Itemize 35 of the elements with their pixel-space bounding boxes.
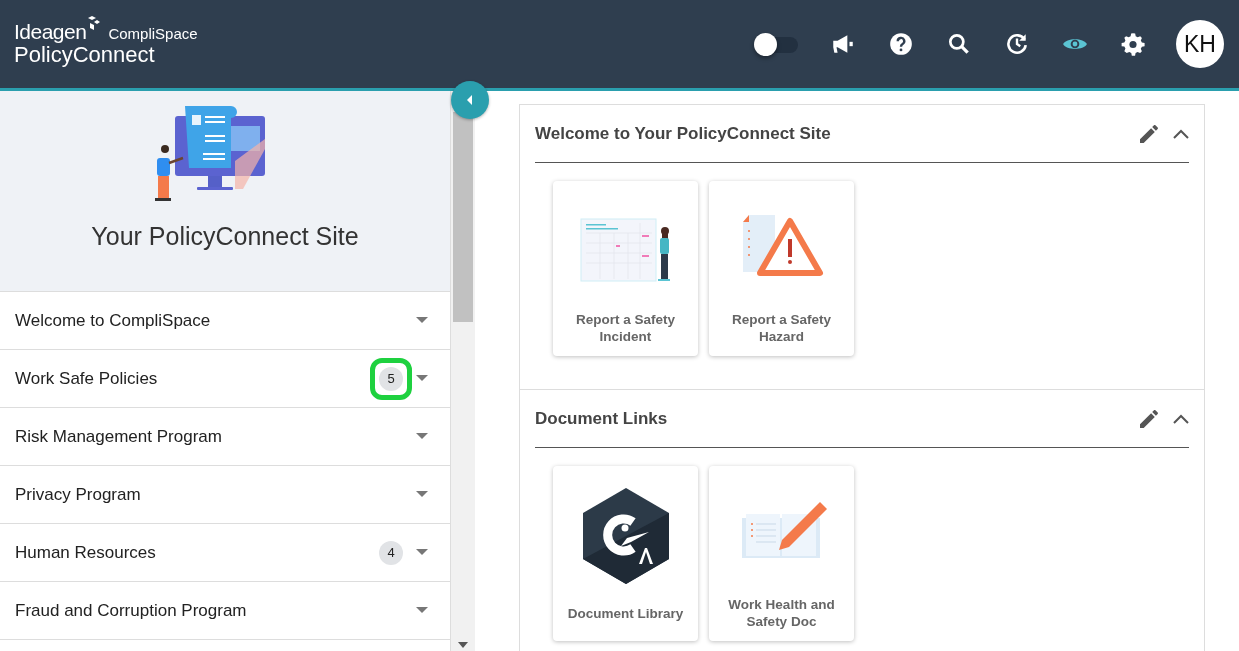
- nav-item[interactable]: Work Safe Policies 5: [0, 350, 450, 408]
- nav-label: Welcome to CompliSpace: [15, 310, 212, 331]
- nav-label: Human Resources: [15, 542, 157, 563]
- product-name: CompliSpace: [108, 25, 198, 42]
- nav-label: Privacy Program: [15, 484, 142, 505]
- nav-label: Fraud and Corruption Program: [15, 600, 248, 621]
- caret-icon[interactable]: [416, 491, 428, 498]
- scroll-down-icon[interactable]: [458, 642, 468, 648]
- nav-label: Work Safe Policies: [15, 368, 159, 389]
- cubes-icon: [88, 16, 101, 30]
- count-badge: 4: [379, 540, 403, 565]
- user-avatar[interactable]: KH: [1176, 20, 1224, 68]
- section-title: Welcome to Your PolicyConnect Site: [535, 123, 832, 144]
- hexagon-logo-icon: [580, 485, 671, 586]
- caret-icon[interactable]: [416, 549, 428, 556]
- app-name: PolicyConnect: [14, 42, 156, 68]
- caret-icon[interactable]: [416, 375, 428, 382]
- caret-icon[interactable]: [416, 433, 428, 440]
- scrollbar[interactable]: [450, 91, 475, 651]
- brand-name: Ideagen: [14, 20, 87, 44]
- link-tile[interactable]: Report a Safety Hazard: [709, 181, 854, 356]
- link-tile[interactable]: Document Library: [553, 466, 698, 641]
- count-badge: 5: [379, 366, 403, 391]
- caret-icon[interactable]: [416, 607, 428, 614]
- section-title: Document Links: [535, 408, 669, 429]
- chevron-up-icon[interactable]: [1173, 128, 1189, 139]
- caret-icon[interactable]: [416, 317, 428, 324]
- site-title: Your PolicyConnect Site: [91, 222, 359, 251]
- link-tile[interactable]: Work Health and Safety Doc: [709, 466, 854, 641]
- nav-item[interactable]: Human Resources 4: [0, 524, 450, 582]
- caret-left-icon[interactable]: [466, 95, 474, 105]
- chevron-up-icon[interactable]: [1173, 413, 1189, 424]
- nav-label: Risk Management Program: [15, 426, 223, 447]
- toggle-switch[interactable]: [754, 34, 800, 54]
- link-tile[interactable]: Report a Safety Incident: [553, 181, 698, 356]
